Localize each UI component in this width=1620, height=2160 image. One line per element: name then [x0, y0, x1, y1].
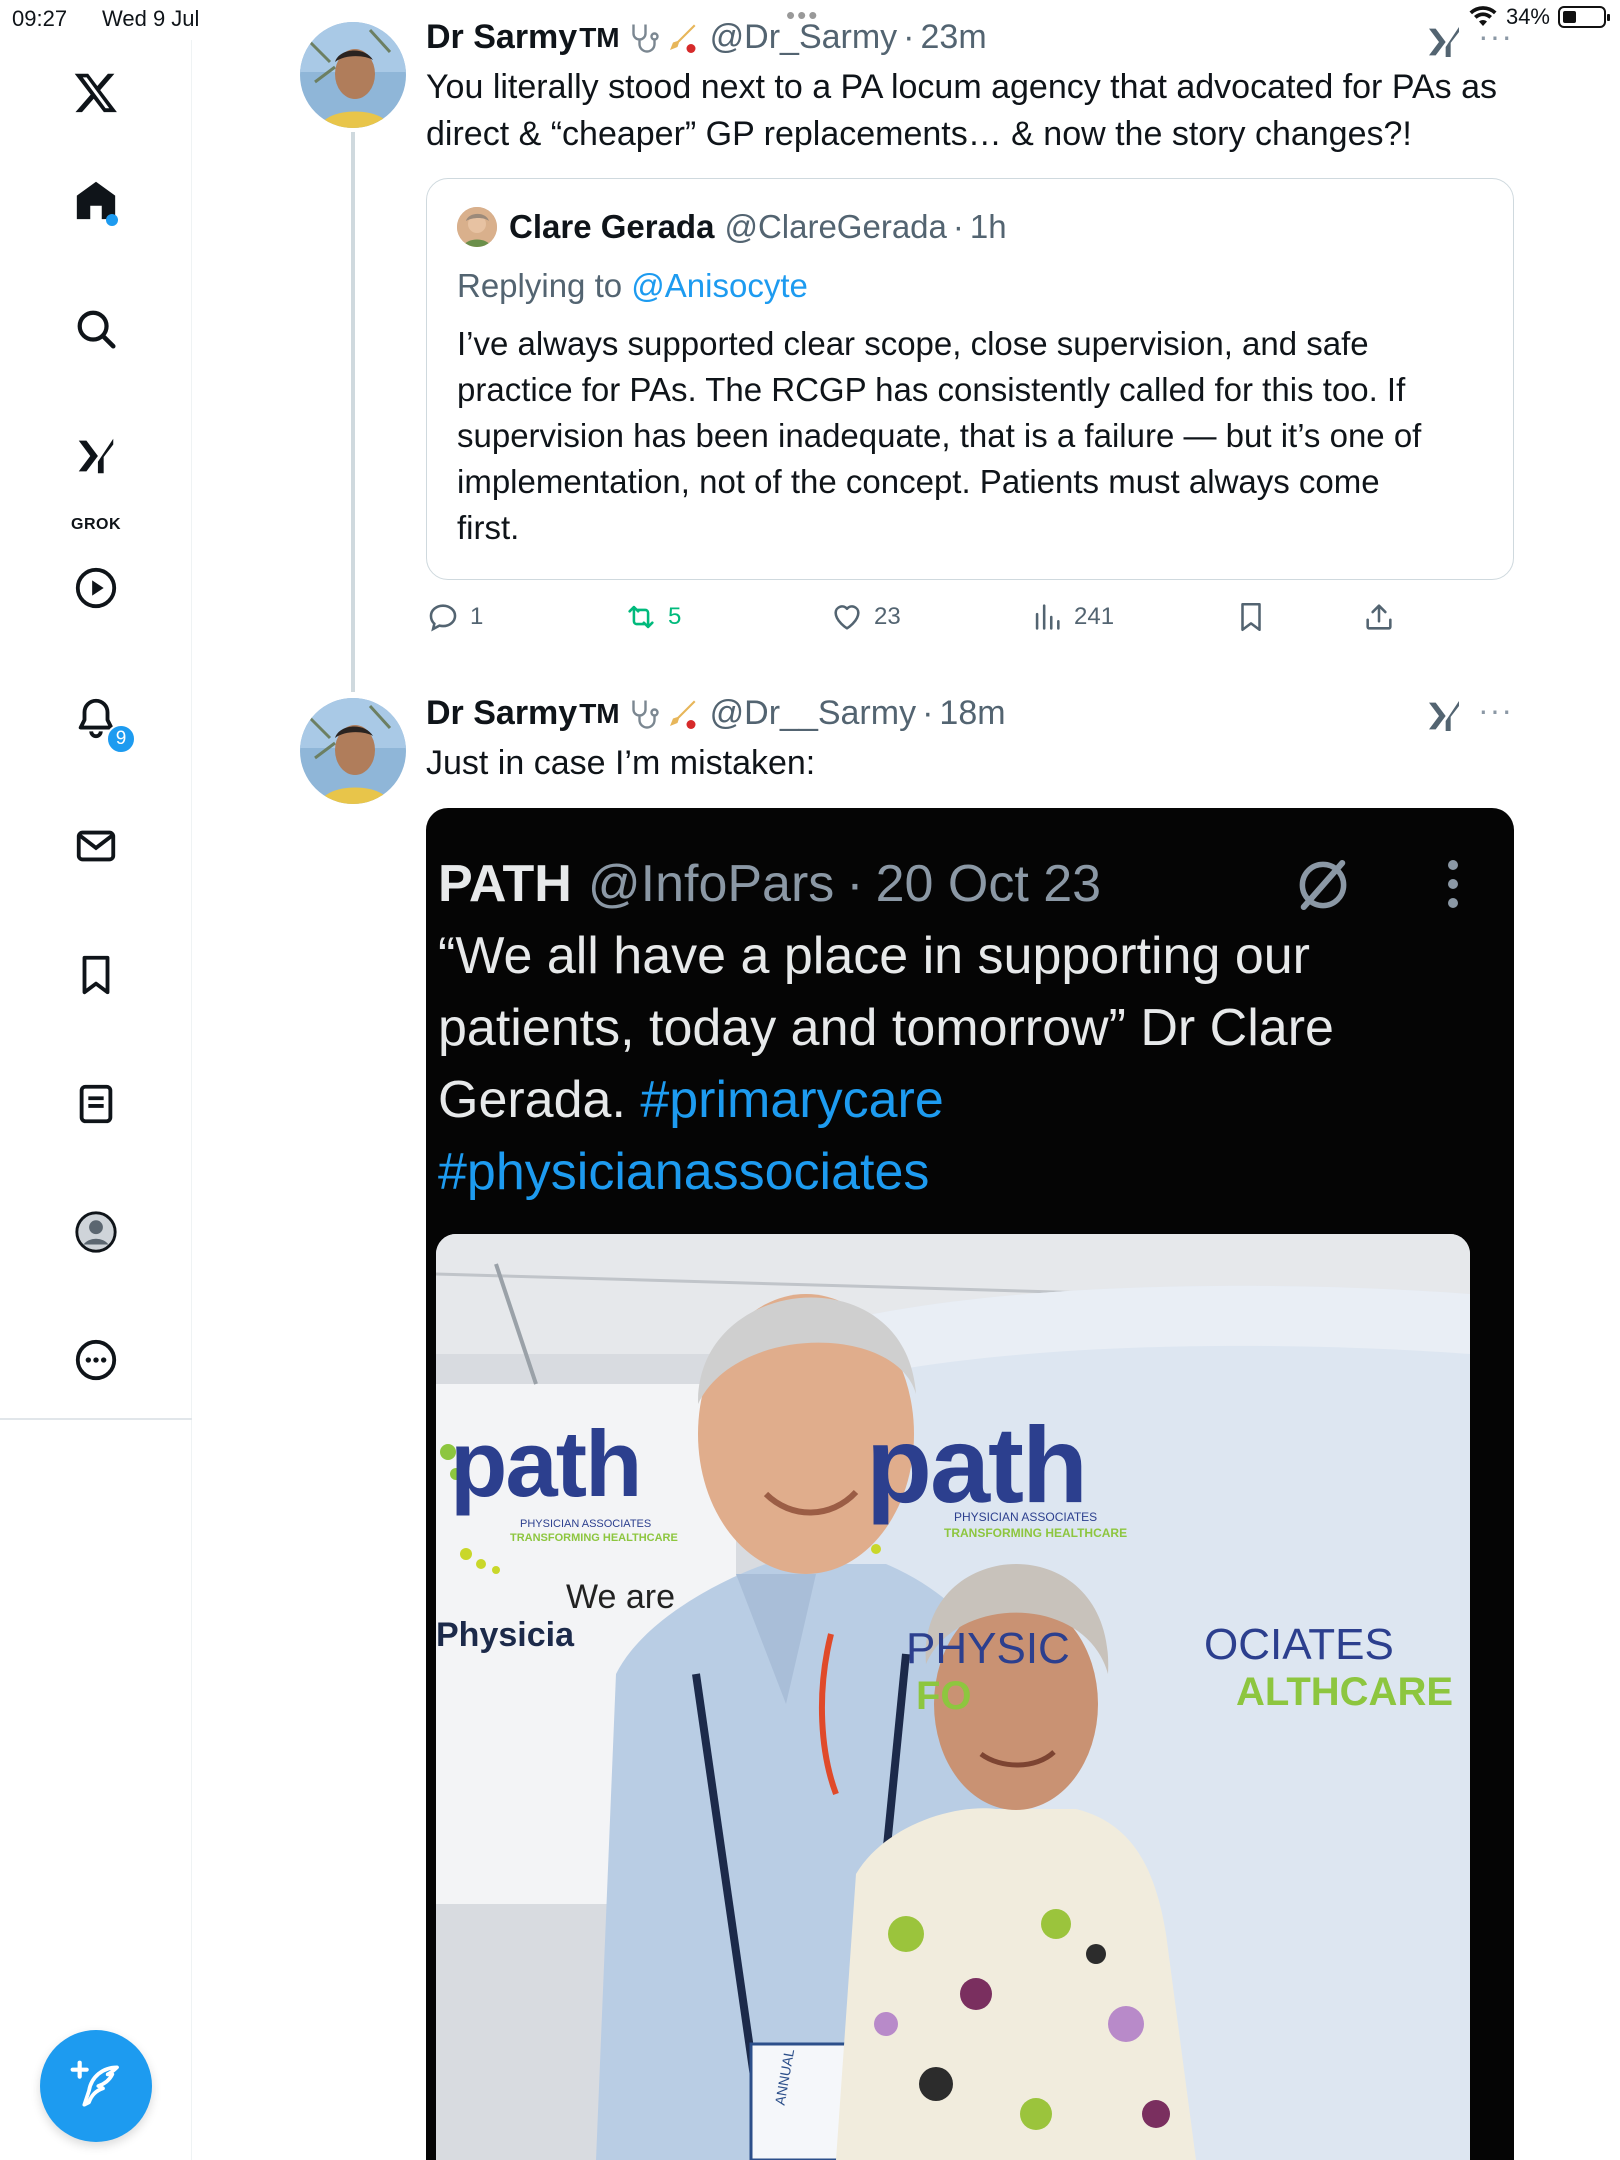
bookmark-icon	[1241, 602, 1261, 632]
home-notification-dot	[106, 214, 118, 226]
bookmark-button[interactable]	[1234, 600, 1268, 634]
tweet-header: Dr Sarmy TM @Dr__Sarmy · 18m	[426, 694, 1006, 733]
quote-avatar	[457, 207, 497, 247]
tweet-media-image[interactable]: PATH @InfoPars · 20 Oct 23 “We all have …	[426, 808, 1514, 2160]
tweet-time[interactable]: 23m	[921, 18, 987, 57]
media-grok-icon	[1299, 859, 1347, 911]
replying-to: Replying to @Anisocyte	[457, 267, 808, 304]
author-name[interactable]: Dr Sarmy	[426, 694, 577, 733]
stethoscope-icon	[631, 24, 659, 53]
mention-link[interactable]: @Anisocyte	[631, 267, 808, 304]
hashtag: #physicianassociates	[438, 1143, 930, 1201]
quote-header: Clare Gerada @ClareGerada · 1h	[457, 207, 1007, 247]
grok-icon[interactable]	[1424, 22, 1464, 62]
quote-author-handle: @ClareGerada	[724, 208, 947, 245]
media-tweet-text: “We all have a place in supporting our p…	[438, 920, 1498, 1208]
sidebar-divider	[0, 1418, 192, 1420]
stethoscope-icon	[631, 700, 659, 729]
hashtag: #primarycare	[640, 1071, 944, 1129]
quoted-tweet[interactable]: Clare Gerada @ClareGerada · 1h Replying …	[426, 178, 1514, 580]
compose-icon	[70, 2060, 119, 2107]
status-time: 09:27	[12, 6, 68, 31]
path-logo-left: path	[450, 1411, 642, 1516]
bookmarks-icon[interactable]	[66, 945, 126, 1005]
more-options-icon[interactable]: ···	[1478, 18, 1513, 55]
tweet-text: You literally stood next to a PA locum a…	[426, 68, 1497, 153]
views-icon	[1035, 604, 1060, 630]
more-options-icon[interactable]: ···	[1478, 692, 1513, 729]
search-icon[interactable]	[66, 299, 126, 359]
name-emojis	[626, 696, 700, 732]
heart-icon	[834, 605, 860, 630]
grok-icon[interactable]	[1424, 696, 1464, 736]
battery-icon	[1558, 6, 1610, 28]
trademark-mark: TM	[579, 697, 620, 729]
repost-button[interactable]: 5	[624, 600, 681, 634]
views-count: 241	[1074, 603, 1115, 630]
cricket-icon	[669, 24, 696, 53]
messages-icon[interactable]	[66, 816, 126, 876]
tweet-text: Just in case I’m mistaken:	[426, 744, 816, 782]
like-count: 23	[874, 603, 901, 630]
repost-count: 5	[668, 603, 682, 630]
cricket-icon	[669, 700, 696, 729]
author-name[interactable]: Dr Sarmy	[426, 18, 577, 57]
share-button[interactable]	[1362, 600, 1396, 634]
thread-connector-line	[351, 132, 355, 692]
reply-count: 1	[470, 603, 484, 630]
reply-icon	[429, 604, 457, 632]
repost-icon	[628, 605, 654, 629]
video-icon[interactable]	[66, 558, 126, 618]
tweet-actions: 1 5 23 241	[426, 600, 1514, 644]
grok-label: GROK	[71, 516, 121, 533]
tweet-header: Dr Sarmy TM @Dr_Sarmy · 23m	[426, 18, 987, 57]
quote-author-name: Clare Gerada	[509, 208, 715, 245]
tweet-time[interactable]: 18m	[939, 694, 1005, 733]
quote-time: 1h	[969, 208, 1007, 245]
notifications-badge: 9	[106, 724, 136, 754]
author-handle[interactable]: @Dr__Sarmy	[710, 694, 916, 733]
like-button[interactable]: 23	[830, 600, 901, 634]
event-photo: path PHYSICIAN ASSOCIATES TRANSFORMING H…	[436, 1234, 1470, 2160]
more-icon[interactable]	[66, 1330, 126, 1390]
sidebar: GROK 9	[0, 40, 192, 2160]
lists-icon[interactable]	[66, 1074, 126, 1134]
views-button[interactable]: 241	[1030, 600, 1114, 634]
status-date: Wed 9 Jul	[102, 6, 200, 31]
x-logo-icon[interactable]	[66, 62, 126, 122]
quote-text: I’ve always supported clear scope, close…	[457, 325, 1422, 546]
name-emojis	[626, 20, 700, 56]
reply-button[interactable]: 1	[426, 600, 483, 634]
share-icon	[1366, 604, 1392, 630]
author-handle[interactable]: @Dr_Sarmy	[710, 18, 898, 57]
avatar[interactable]	[300, 22, 406, 128]
media-tweet-header: PATH @InfoPars · 20 Oct 23	[438, 855, 1102, 913]
trademark-mark: TM	[579, 21, 620, 53]
compose-button[interactable]	[40, 2030, 152, 2142]
grok-icon[interactable]	[66, 428, 126, 484]
profile-icon[interactable]	[66, 1202, 126, 1262]
avatar[interactable]	[300, 698, 406, 804]
path-logo-right: path	[866, 1404, 1088, 1525]
media-more-icon	[1448, 860, 1458, 917]
